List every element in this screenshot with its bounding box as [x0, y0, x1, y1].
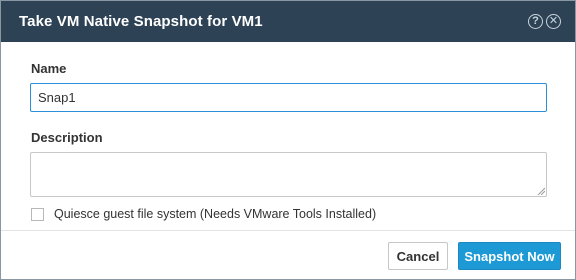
snapshot-dialog: Take VM Native Snapshot for VM1 ? ✕ Name…	[0, 0, 576, 280]
help-icon[interactable]: ?	[528, 14, 543, 29]
resize-grip-icon[interactable]	[537, 187, 545, 195]
name-label: Name	[31, 61, 67, 76]
description-label: Description	[31, 130, 103, 145]
footer-divider	[1, 230, 575, 231]
quiesce-label[interactable]: Quiesce guest file system (Needs VMware …	[54, 207, 376, 221]
cancel-button[interactable]: Cancel	[388, 242, 448, 270]
dialog-title: Take VM Native Snapshot for VM1	[19, 13, 263, 30]
description-textarea[interactable]	[30, 152, 547, 197]
name-input[interactable]	[30, 83, 547, 112]
dialog-titlebar: Take VM Native Snapshot for VM1 ? ✕	[1, 1, 575, 42]
close-icon[interactable]: ✕	[546, 14, 561, 29]
quiesce-checkbox[interactable]	[31, 208, 44, 221]
snapshot-now-button[interactable]: Snapshot Now	[458, 242, 561, 270]
